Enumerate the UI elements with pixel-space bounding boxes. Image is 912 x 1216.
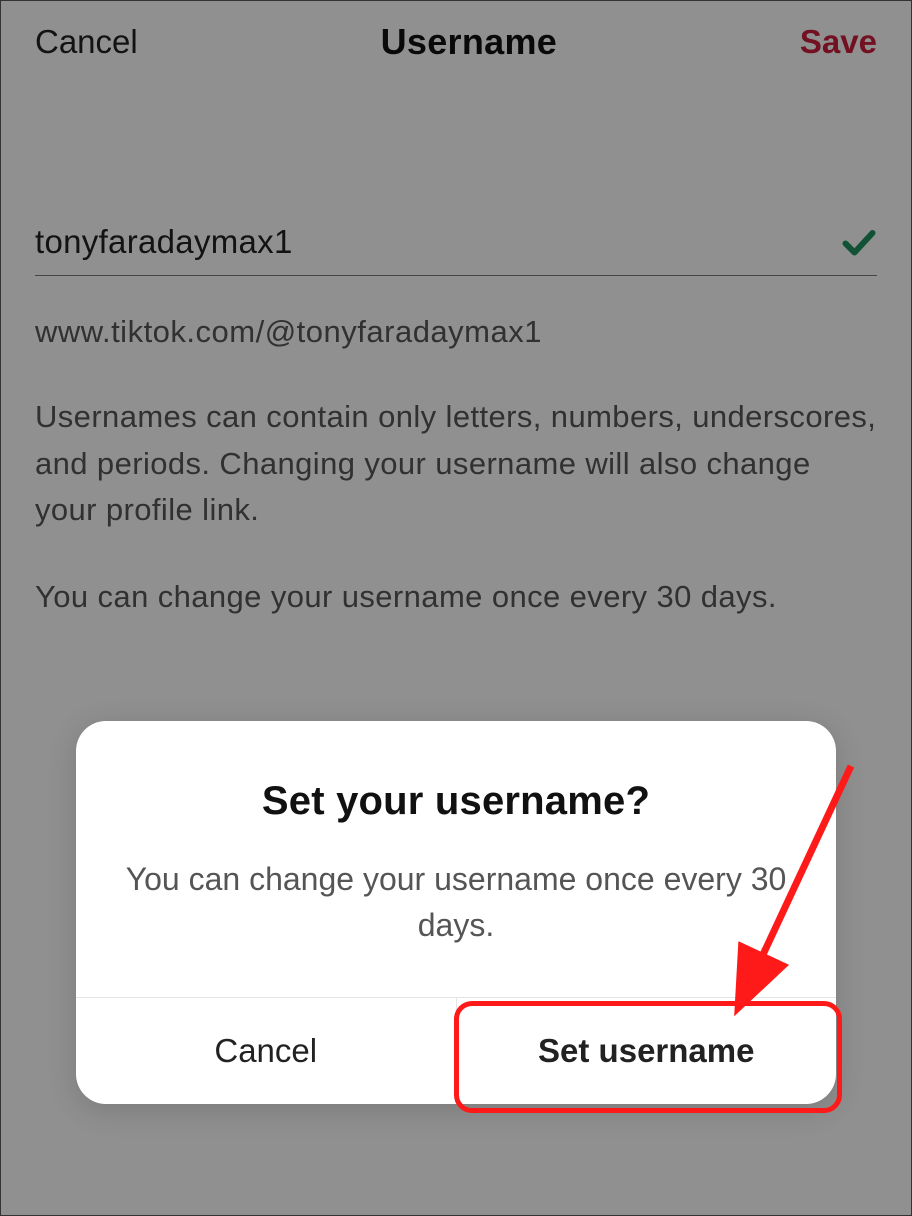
dialog-confirm-button[interactable]: Set username xyxy=(456,998,837,1104)
dialog-title: Set your username? xyxy=(116,779,796,824)
confirm-dialog: Set your username? You can change your u… xyxy=(76,721,836,1104)
dialog-message: You can change your username once every … xyxy=(116,856,796,949)
dialog-body: Set your username? You can change your u… xyxy=(76,721,836,997)
dialog-actions: Cancel Set username xyxy=(76,997,836,1104)
dialog-cancel-button[interactable]: Cancel xyxy=(76,998,456,1104)
